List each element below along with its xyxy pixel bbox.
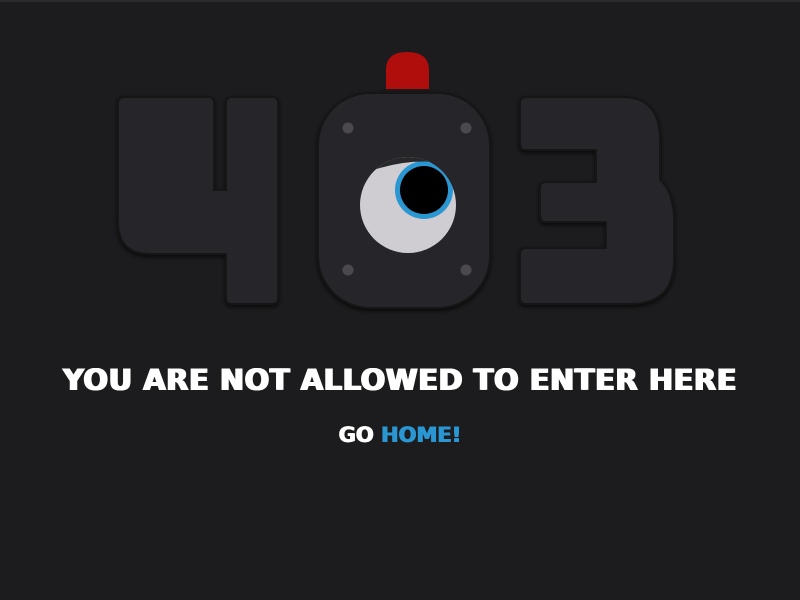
rivet-bottom-right: [460, 264, 472, 276]
red-siren-icon: [380, 52, 435, 94]
digit-three-shape: [519, 96, 675, 305]
go-home-line: GO HOME!: [0, 419, 800, 451]
home-link[interactable]: HOME!: [381, 423, 461, 447]
error-message: YOU ARE NOT ALLOWED TO ENTER HERE: [62, 363, 738, 397]
rivet-bottom-left: [342, 264, 354, 276]
digit-four-shape: [117, 96, 279, 305]
go-home-prefix: GO: [338, 423, 374, 447]
rivet-top-left: [342, 122, 354, 134]
error-code-graphic: [117, 52, 675, 309]
rivet-top-right: [460, 122, 472, 134]
